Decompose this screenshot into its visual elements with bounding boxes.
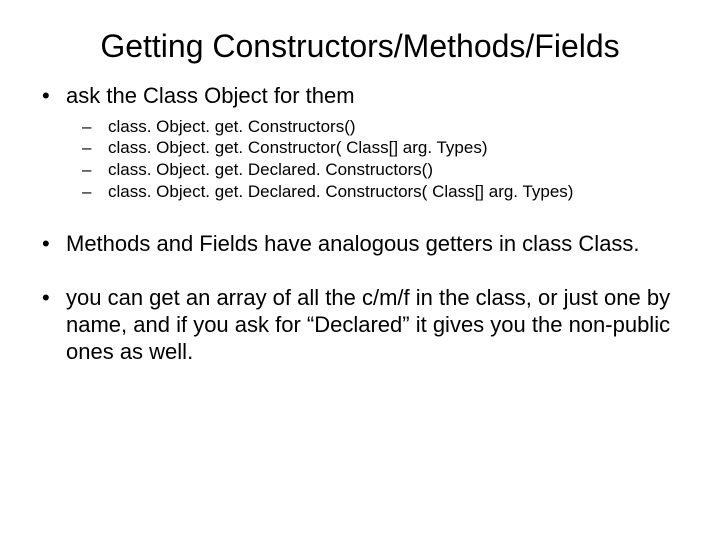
sub-list-item: class. Object. get. Declared. Constructo… bbox=[82, 181, 692, 203]
list-item: Methods and Fields have analogous getter… bbox=[36, 231, 692, 258]
list-item: ask the Class Object for them class. Obj… bbox=[36, 83, 692, 203]
sub-bullet-list: class. Object. get. Constructors() class… bbox=[66, 116, 692, 203]
sub-list-item: class. Object. get. Constructors() bbox=[82, 116, 692, 138]
list-item-text: ask the Class Object for them bbox=[66, 83, 355, 108]
sub-list-item: class. Object. get. Constructor( Class[]… bbox=[82, 137, 692, 159]
bullet-list: ask the Class Object for them class. Obj… bbox=[28, 83, 692, 366]
sub-list-item: class. Object. get. Declared. Constructo… bbox=[82, 159, 692, 181]
list-item: you can get an array of all the c/m/f in… bbox=[36, 285, 692, 365]
sub-list-item-text: class. Object. get. Constructor( Class[]… bbox=[108, 138, 488, 157]
list-item-text: you can get an array of all the c/m/f in… bbox=[66, 285, 670, 364]
list-item-text: Methods and Fields have analogous getter… bbox=[66, 231, 640, 256]
sub-list-item-text: class. Object. get. Declared. Constructo… bbox=[108, 182, 573, 201]
slide-title: Getting Constructors/Methods/Fields bbox=[40, 28, 680, 65]
sub-list-item-text: class. Object. get. Constructors() bbox=[108, 117, 356, 136]
sub-list-item-text: class. Object. get. Declared. Constructo… bbox=[108, 160, 433, 179]
